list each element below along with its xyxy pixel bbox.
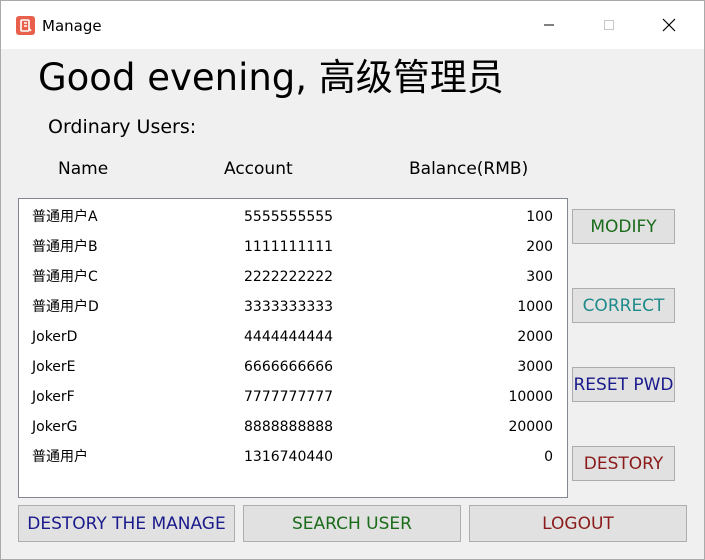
correct-button[interactable]: CORRECT: [572, 288, 675, 323]
user-name: 普通用户: [32, 449, 88, 465]
user-name: 普通用户D: [32, 299, 99, 315]
title-bar: Manage: [1, 1, 704, 49]
logout-button[interactable]: LOGOUT: [469, 505, 687, 542]
user-balance: 200: [526, 239, 553, 255]
window-title: Manage: [42, 17, 102, 35]
column-header-balance: Balance(RMB): [409, 159, 529, 179]
search-user-button[interactable]: SEARCH USER: [243, 505, 461, 542]
user-account: 3333333333: [244, 299, 334, 315]
user-account: 5555555555: [244, 209, 334, 225]
destory-manage-button[interactable]: DESTORY THE MANAGE: [18, 505, 235, 542]
list-item[interactable]: JokerG 8888888888 20000: [19, 412, 567, 442]
minimize-icon: [544, 24, 554, 26]
user-name: 普通用户A: [32, 209, 98, 225]
maximize-icon: [604, 20, 614, 30]
user-balance: 300: [526, 269, 553, 285]
user-account: 1316740440: [244, 449, 334, 465]
list-item[interactable]: JokerE 6666666666 3000: [19, 352, 567, 382]
user-account: 4444444444: [244, 329, 334, 345]
user-balance: 2000: [517, 329, 553, 345]
user-name: JokerE: [32, 359, 76, 375]
user-balance: 20000: [508, 419, 553, 435]
close-button[interactable]: [639, 1, 699, 49]
list-item[interactable]: 普通用户D 3333333333 1000: [19, 292, 567, 322]
column-header-name: Name: [58, 159, 109, 179]
list-item[interactable]: JokerD 4444444444 2000: [19, 322, 567, 352]
user-name: JokerF: [32, 389, 75, 405]
user-account: 8888888888: [244, 419, 334, 435]
user-account: 1111111111: [244, 239, 334, 255]
list-item[interactable]: 普通用户 1316740440 0: [19, 442, 567, 472]
user-balance: 1000: [517, 299, 553, 315]
maximize-button[interactable]: [579, 1, 639, 49]
minimize-button[interactable]: [519, 1, 579, 49]
user-account: 7777777777: [244, 389, 334, 405]
user-balance: 0: [544, 449, 553, 465]
close-icon: [662, 18, 676, 32]
reset-pwd-button[interactable]: RESET PWD: [572, 367, 675, 402]
manage-window: Manage Good evening, 高级管理员 Ordinary User…: [0, 0, 705, 560]
user-name: JokerD: [32, 329, 78, 345]
user-balance: 10000: [508, 389, 553, 405]
list-item[interactable]: JokerF 7777777777 10000: [19, 382, 567, 412]
user-name: 普通用户C: [32, 269, 98, 285]
section-label: Ordinary Users:: [48, 116, 197, 138]
list-item[interactable]: 普通用户B 1111111111 200: [19, 232, 567, 262]
user-account: 6666666666: [244, 359, 334, 375]
user-account: 2222222222: [244, 269, 334, 285]
list-item[interactable]: 普通用户C 2222222222 300: [19, 262, 567, 292]
list-item[interactable]: 普通用户A 5555555555 100: [19, 202, 567, 232]
destory-button[interactable]: DESTORY: [572, 446, 675, 481]
modify-button[interactable]: MODIFY: [572, 209, 675, 244]
app-icon: [16, 16, 35, 35]
user-balance: 3000: [517, 359, 553, 375]
column-header-account: Account: [224, 159, 293, 179]
user-name: 普通用户B: [32, 239, 98, 255]
user-balance: 100: [526, 209, 553, 225]
user-name: JokerG: [32, 419, 78, 435]
user-list[interactable]: 普通用户A 5555555555 100 普通用户B 1111111111 200 普通用户…: [18, 198, 568, 498]
greeting-heading: Good evening, 高级管理员: [38, 56, 504, 99]
